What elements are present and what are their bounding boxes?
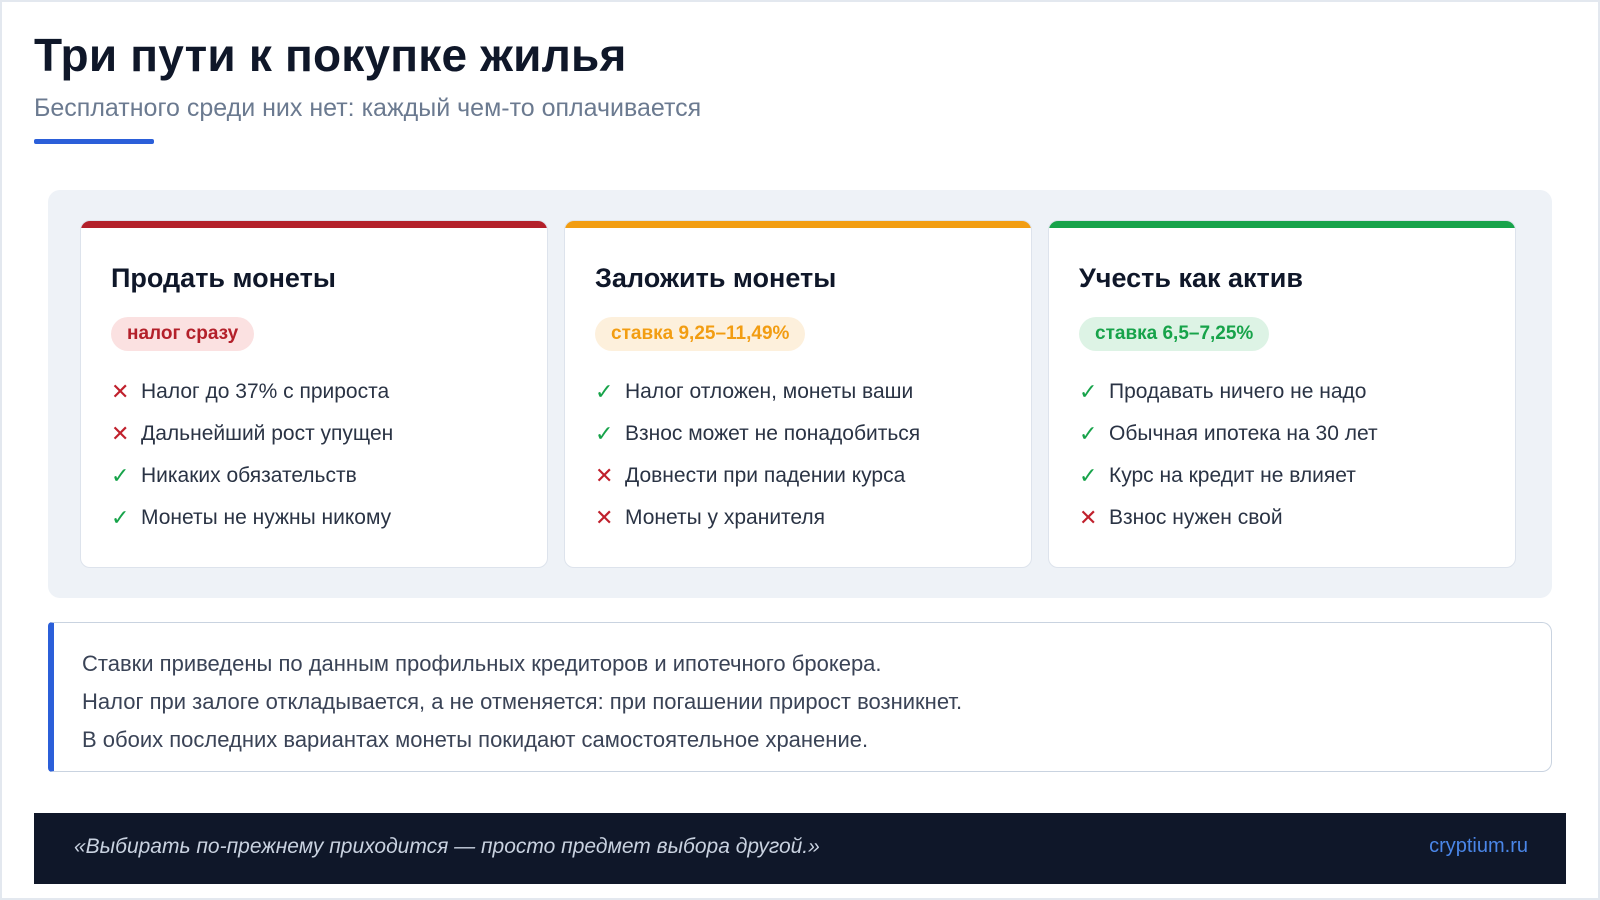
item-text: Налог отложен, монеты ваши [625,380,914,403]
check-icon: ✓ [111,463,130,488]
footer-bar: «Выбирать по-прежнему приходится — прост… [34,813,1566,884]
list-item: ✓ Налог отложен, монеты ваши [595,371,920,413]
list-item: ✓ Продавать ничего не надо [1079,371,1378,413]
card-badge: ставка 6,5–7,25% [1079,317,1270,351]
item-text: Довнести при падении курса [625,464,906,487]
option-card-pledge: Заложить монеты ставка 9,25–11,49% ✓ Нало… [564,220,1032,568]
item-text: Никаких обязательств [141,464,357,487]
item-text: Взнос может не понадобиться [625,422,921,445]
check-icon: ✓ [1079,463,1098,488]
title-accent-bar [34,139,154,144]
list-item: ✕ Налог до 37% с прироста [111,371,393,413]
footer-quote: «Выбирать по-прежнему приходится — прост… [74,835,820,858]
check-icon: ✓ [111,505,130,530]
check-icon: ✓ [1079,379,1098,404]
footnote-box: Ставки приведены по данным профильных кр… [48,622,1552,772]
cross-icon: ✕ [111,421,130,446]
note-line: Налог при залоге откладывается, а не отм… [82,689,963,714]
card-accent-bar [1049,221,1515,228]
card-title: Продать монеты [111,263,336,293]
list-item: ✓ Монеты не нужны никому [111,497,393,539]
list-item: ✕ Дальнейший рост упущен [111,413,393,455]
cross-icon: ✕ [595,505,614,530]
list-item: ✓ Курс на кредит не влияет [1079,455,1378,497]
card-title: Учесть как актив [1079,263,1303,293]
check-icon: ✓ [1079,421,1098,446]
card-items: ✕ Налог до 37% с прироста ✕ Дальнейший рос… [111,371,393,539]
page-title: Три пути к покупке жилья [34,29,627,81]
cross-icon: ✕ [1079,505,1098,530]
list-item: ✕ Монеты у хранителя [595,497,920,539]
item-text: Обычная ипотека на 30 лет [1109,422,1378,445]
item-text: Монеты не нужны никому [141,506,392,529]
item-text: Налог до 37% с прироста [141,380,390,403]
site-link[interactable]: cryptium.ru [1429,835,1528,858]
note-line: В обоих последних вариантах монеты покид… [82,727,869,752]
list-item: ✕ Взнос нужен свой [1079,497,1378,539]
list-item: ✓ Обычная ипотека на 30 лет [1079,413,1378,455]
card-items: ✓ Продавать ничего не надо ✓ Обычная ипоте… [1079,371,1378,539]
option-card-sell: Продать монеты налог сразу ✕ Налог до 37%… [80,220,548,568]
card-badge: налог сразу [111,317,255,351]
options-panel: Продать монеты налог сразу ✕ Налог до 37%… [48,190,1552,598]
item-text: Дальнейший рост упущен [141,422,394,445]
list-item: ✕ Довнести при падении курса [595,455,920,497]
item-text: Взнос нужен свой [1109,506,1283,529]
item-text: Продавать ничего не надо [1109,380,1367,403]
page-subtitle: Бесплатного среди них нет: каждый чем-то… [34,94,702,122]
card-badge: ставка 9,25–11,49% [595,317,806,351]
card-accent-bar [81,221,547,228]
card-title: Заложить монеты [595,263,837,293]
check-icon: ✓ [595,379,614,404]
card-items: ✓ Налог отложен, монеты ваши ✓ Взнос может… [595,371,920,539]
item-text: Курс на кредит не влияет [1109,464,1356,487]
list-item: ✓ Взнос может не понадобиться [595,413,920,455]
item-text: Монеты у хранителя [625,506,826,529]
option-card-asset: Учесть как актив ставка 6,5–7,25% ✓ Прода… [1048,220,1516,568]
cross-icon: ✕ [595,463,614,488]
note-line: Ставки приведены по данным профильных кр… [82,651,882,676]
card-accent-bar [565,221,1031,228]
cross-icon: ✕ [111,379,130,404]
check-icon: ✓ [595,421,614,446]
list-item: ✓ Никаких обязательств [111,455,393,497]
